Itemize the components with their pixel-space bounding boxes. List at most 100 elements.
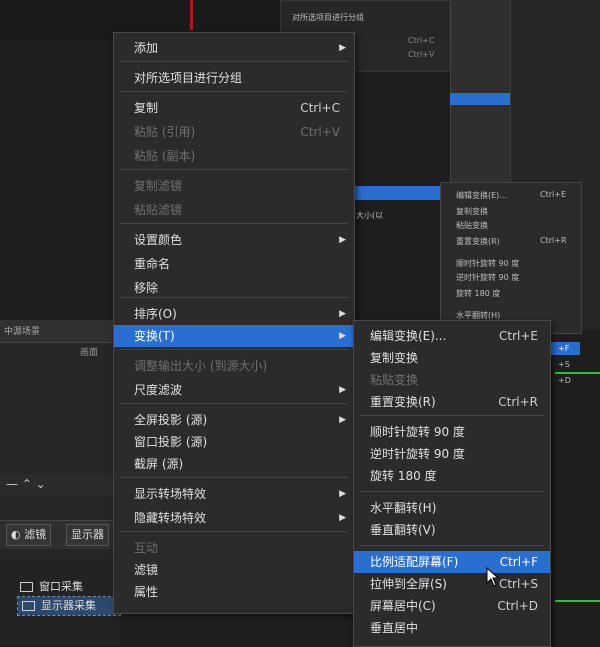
menu-item-6: 粘贴滤镜 bbox=[114, 199, 354, 221]
source-item-window-capture[interactable]: 窗口采集 bbox=[20, 578, 83, 596]
menu-item-label: 添加 bbox=[134, 41, 159, 55]
transform-item-label: 复制变换 bbox=[370, 351, 419, 365]
menu-item-5: 复制滤镜 bbox=[114, 175, 354, 197]
menu-item-8[interactable]: 重命名 bbox=[114, 253, 354, 275]
transform-item-label: 比例适配屏幕(F) bbox=[370, 555, 459, 569]
transform-item-2: 粘贴变换 bbox=[354, 369, 550, 391]
transform-item-shortcut: Ctrl+R bbox=[498, 395, 538, 409]
transform-item-3[interactable]: 重置变换(R) Ctrl+R bbox=[354, 391, 550, 413]
menu-item-label: 复制 bbox=[134, 101, 159, 115]
transform-item-shortcut: Ctrl+D bbox=[497, 599, 538, 613]
menu-item-13[interactable]: 尺度滤波 ▶ bbox=[114, 379, 354, 401]
transform-item-5[interactable]: 逆时针旋转 90 度 bbox=[354, 443, 550, 465]
transform-item-shortcut: Ctrl+S bbox=[498, 577, 538, 591]
menu-item-0[interactable]: 添加 ▶ bbox=[114, 37, 354, 59]
audio-meter bbox=[555, 372, 600, 374]
audio-meter-2 bbox=[555, 600, 600, 602]
menu-item-label: 复制滤镜 bbox=[134, 179, 183, 193]
transform-item-label: 粘贴变换 bbox=[370, 373, 419, 387]
transform-item-10[interactable]: 拉伸到全屏(S) Ctrl+S bbox=[354, 573, 550, 595]
scenes-panel-title: 中源场景 bbox=[4, 327, 41, 337]
ghost-sub-item-label: 顺时针旋转 90 度 bbox=[456, 259, 520, 268]
menu-separator bbox=[360, 415, 544, 416]
menu-item-label: 粘贴 (副本) bbox=[134, 149, 196, 163]
transform-item-0[interactable]: 编辑变换(E)... Ctrl+E bbox=[354, 325, 550, 347]
ghost-sub-item-shortcut: Ctrl+R bbox=[540, 236, 567, 245]
menu-item-17[interactable]: 显示转场特效 ▶ bbox=[114, 483, 354, 505]
menu-separator bbox=[120, 91, 348, 92]
ghost-highlight-1 bbox=[450, 93, 510, 105]
ghost-highlight-2 bbox=[354, 186, 440, 200]
menu-item-label: 互动 bbox=[134, 541, 159, 555]
ghost-sub-item-label: 重置变换(R) bbox=[456, 237, 500, 246]
transform-submenu: 编辑变换(E)... Ctrl+E 复制变换粘贴变换重置变换(R) Ctrl+R 顺时针… bbox=[353, 320, 551, 647]
menu-item-label: 窗口投影 (源) bbox=[134, 435, 208, 449]
transform-item-shortcut: Ctrl+F bbox=[499, 555, 538, 569]
menu-item-label: 隐藏转场特效 bbox=[134, 511, 207, 525]
menu-item-7[interactable]: 设置颜色 ▶ bbox=[114, 229, 354, 251]
menu-separator bbox=[120, 61, 348, 62]
menu-item-shortcut: Ctrl+C bbox=[300, 101, 340, 115]
source-label: 窗口采集 bbox=[39, 580, 83, 593]
transform-item-7[interactable]: 水平翻转(H) bbox=[354, 497, 550, 519]
transform-item-12[interactable]: 垂直居中 bbox=[354, 617, 550, 639]
transform-item-label: 旋转 180 度 bbox=[370, 469, 437, 483]
transform-item-6[interactable]: 旋转 180 度 bbox=[354, 465, 550, 487]
transform-item-label: 垂直居中 bbox=[370, 621, 419, 635]
scenes-column-header: 画面 bbox=[80, 348, 99, 358]
preview-guide-line bbox=[190, 0, 193, 30]
menu-item-3: 粘贴 (引用) Ctrl+V bbox=[114, 121, 354, 143]
menu-item-21[interactable]: 属性 bbox=[114, 581, 354, 603]
menu-item-12: 调整输出大小 (到源大小) bbox=[114, 355, 354, 377]
menu-item-14[interactable]: 全屏投影 (源) ▶ bbox=[114, 409, 354, 431]
menu-item-18[interactable]: 隐藏转场特效 ▶ bbox=[114, 507, 354, 529]
tab-display[interactable]: 显示器 bbox=[66, 524, 109, 546]
transform-item-4[interactable]: 顺时针旋转 90 度 bbox=[354, 421, 550, 443]
transform-item-1[interactable]: 复制变换 bbox=[354, 347, 550, 369]
menu-separator bbox=[360, 545, 544, 546]
submenu-arrow-icon: ▶ bbox=[339, 331, 346, 341]
menu-item-2[interactable]: 复制 Ctrl+C bbox=[114, 97, 354, 119]
source-label: 显示器采集 bbox=[41, 599, 96, 612]
menu-item-10[interactable]: 排序(O) ▶ bbox=[114, 303, 354, 325]
menu-item-label: 调整输出大小 (到源大小) bbox=[134, 359, 268, 373]
menu-item-label: 重命名 bbox=[134, 257, 171, 271]
menu-item-label: 变换(T) bbox=[134, 329, 175, 343]
submenu-arrow-icon: ▶ bbox=[339, 385, 346, 395]
menu-item-11[interactable]: 变换(T) ▶ bbox=[114, 325, 354, 347]
transform-item-label: 水平翻转(H) bbox=[370, 501, 437, 515]
menu-item-1[interactable]: 对所选项目进行分组 bbox=[114, 67, 354, 89]
menu-separator bbox=[120, 403, 348, 404]
ghost-shortcut-s: +S bbox=[558, 360, 570, 369]
menu-separator bbox=[120, 297, 348, 298]
ghost-shortcut-d: +D bbox=[558, 376, 571, 385]
menu-item-9[interactable]: 移除 bbox=[114, 277, 354, 299]
transform-item-label: 垂直翻转(V) bbox=[370, 523, 436, 537]
filter-icon: ◐ bbox=[11, 528, 21, 541]
transform-item-label: 重置变换(R) bbox=[370, 395, 436, 409]
submenu-arrow-icon: ▶ bbox=[339, 489, 346, 499]
transform-item-label: 屏幕居中(C) bbox=[370, 599, 436, 613]
source-item-display-capture[interactable]: 显示器采集 bbox=[17, 596, 121, 616]
menu-item-label: 尺度滤波 bbox=[134, 383, 183, 397]
transform-item-11[interactable]: 屏幕居中(C) Ctrl+D bbox=[354, 595, 550, 617]
menu-item-20[interactable]: 滤镜 bbox=[114, 559, 354, 581]
transform-item-8[interactable]: 垂直翻转(V) bbox=[354, 519, 550, 541]
scene-nav-arrows[interactable]: — ⌃ ⌄ bbox=[0, 474, 120, 496]
transform-item-label: 顺时针旋转 90 度 bbox=[370, 425, 465, 439]
menu-item-15[interactable]: 窗口投影 (源) bbox=[114, 431, 354, 453]
tab-filters-label: 滤镜 bbox=[24, 528, 47, 541]
menu-item-16[interactable]: 截屏 (源) bbox=[114, 453, 354, 475]
menu-separator bbox=[120, 531, 348, 532]
transform-item-9[interactable]: 比例适配屏幕(F) Ctrl+F bbox=[354, 551, 550, 573]
menu-item-label: 移除 bbox=[134, 281, 159, 295]
menu-item-label: 排序(O) bbox=[134, 307, 177, 321]
ghost-menu-title: 对所选项目进行分组 bbox=[292, 13, 364, 22]
monitor-icon bbox=[20, 582, 33, 592]
ghost-shortcut-f: +F bbox=[558, 344, 570, 353]
menu-separator bbox=[120, 169, 348, 170]
menu-separator bbox=[120, 349, 348, 350]
ghost-sub-item-label: 旋转 180 度 bbox=[456, 289, 501, 298]
ghost-sub-item-label: 粘贴变换 bbox=[456, 221, 488, 230]
tab-filters[interactable]: ◐ 滤镜 bbox=[6, 524, 52, 546]
